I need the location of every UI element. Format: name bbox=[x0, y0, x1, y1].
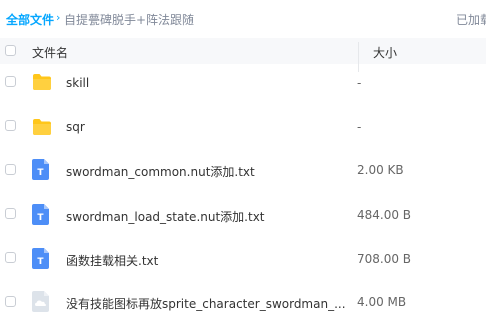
file-size: - bbox=[357, 120, 362, 134]
file-name[interactable]: sqr bbox=[66, 120, 85, 134]
text-file-icon: T bbox=[32, 159, 49, 180]
file-size: - bbox=[357, 76, 362, 90]
folder-icon bbox=[33, 74, 51, 90]
file-size: 2.00 KB bbox=[357, 163, 404, 177]
row-checkbox[interactable] bbox=[5, 120, 16, 131]
row-checkbox[interactable] bbox=[5, 296, 16, 307]
row-checkbox[interactable] bbox=[5, 164, 16, 175]
svg-text:T: T bbox=[37, 257, 44, 267]
breadcrumb-current-folder: 自提甍碑脱手+阵法跟随 bbox=[64, 13, 195, 27]
file-name[interactable]: swordman_load_state.nut添加.txt bbox=[66, 208, 265, 225]
text-file-icon: T bbox=[32, 248, 49, 269]
row-checkbox[interactable] bbox=[5, 208, 16, 219]
file-name[interactable]: swordman_common.nut添加.txt bbox=[66, 163, 255, 180]
file-row-skill-icon-sprite[interactable]: 没有技能图标再放sprite_character_swordman_... 4.… bbox=[0, 280, 486, 324]
file-row-swordman-common[interactable]: T swordman_common.nut添加.txt 2.00 KB bbox=[0, 148, 486, 192]
file-size: 484.00 B bbox=[357, 208, 412, 222]
row-checkbox[interactable] bbox=[5, 252, 16, 263]
file-row-skill[interactable]: skill - bbox=[0, 60, 486, 104]
loaded-status-text: 已加载 bbox=[456, 13, 486, 27]
text-file-icon: T bbox=[32, 204, 49, 225]
file-size: 708.00 B bbox=[357, 252, 412, 266]
file-row-sqr[interactable]: sqr - bbox=[0, 104, 486, 148]
file-name[interactable]: 函数挂载相关.txt bbox=[66, 252, 158, 269]
cloud-file-icon bbox=[32, 291, 49, 312]
breadcrumb-separator: › bbox=[56, 11, 61, 24]
breadcrumb-all-files-link[interactable]: 全部文件 bbox=[6, 11, 54, 28]
svg-text:T: T bbox=[37, 213, 44, 223]
select-all-checkbox[interactable] bbox=[5, 45, 16, 56]
row-checkbox[interactable] bbox=[5, 76, 16, 87]
svg-text:T: T bbox=[37, 168, 44, 178]
file-name[interactable]: 没有技能图标再放sprite_character_swordman_... bbox=[66, 295, 346, 312]
column-header-size[interactable]: 大小 bbox=[373, 44, 397, 61]
file-row-swordman-load-state[interactable]: T swordman_load_state.nut添加.txt 484.00 B bbox=[0, 192, 486, 236]
file-row-function-mount[interactable]: T 函数挂载相关.txt 708.00 B bbox=[0, 236, 486, 280]
column-header-filename[interactable]: 文件名 bbox=[32, 44, 68, 61]
file-size: 4.00 MB bbox=[357, 295, 407, 309]
folder-icon bbox=[33, 119, 51, 135]
breadcrumb: 全部文件 › 自提甍碑脱手+阵法跟随 已加载 bbox=[0, 0, 486, 36]
file-name[interactable]: skill bbox=[66, 76, 89, 90]
